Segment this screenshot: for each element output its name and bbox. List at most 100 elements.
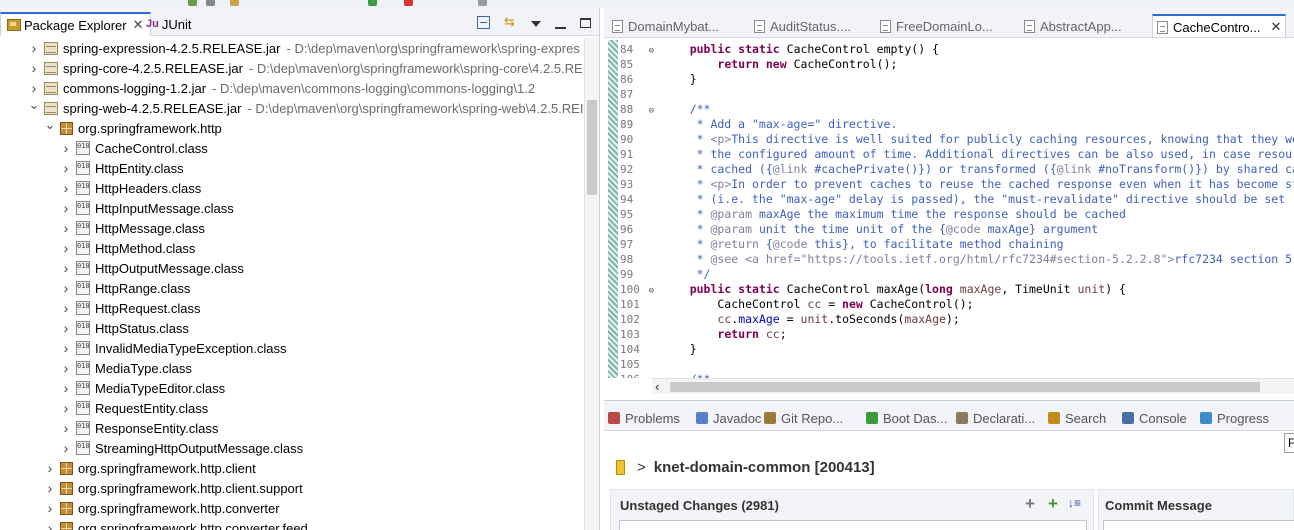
chevron-right-icon[interactable]: [60, 440, 72, 456]
vertical-scrollbar[interactable]: [584, 38, 599, 530]
tree-item[interactable]: commons-logging-1.2.jar - D:\dep\maven\co…: [28, 78, 535, 98]
maximize-icon[interactable]: [580, 17, 591, 28]
tree-item[interactable]: 010 HttpOutputMessage.class: [60, 258, 244, 278]
tree-item[interactable]: 010 HttpInputMessage.class: [60, 198, 234, 218]
code-line[interactable]: }: [662, 72, 697, 87]
tree-item[interactable]: org.springframework.http.client.support: [44, 478, 303, 498]
code-line[interactable]: * the configured amount of time. Additio…: [662, 147, 1294, 162]
code-line[interactable]: * <p>In order to prevent caches to reuse…: [662, 177, 1294, 192]
tab-package-explorer[interactable]: Package Explorer ✕: [0, 12, 151, 36]
tree-item[interactable]: 010 HttpHeaders.class: [60, 178, 201, 198]
editor-tab[interactable]: AbstractApp...: [1024, 14, 1122, 37]
minimize-icon[interactable]: [555, 26, 566, 29]
tree-item[interactable]: 010 HttpEntity.class: [60, 158, 184, 178]
tree-item[interactable]: 010 InvalidMediaTypeException.class: [60, 338, 287, 358]
tab-junit[interactable]: Ju JUnit: [140, 12, 197, 36]
code-line[interactable]: * @param maxAge the maximum time the res…: [662, 207, 1126, 222]
chevron-right-icon[interactable]: [60, 400, 72, 416]
collapse-all-icon[interactable]: [477, 16, 490, 29]
code-line[interactable]: return cc;: [662, 327, 786, 342]
chevron-right-icon[interactable]: [60, 160, 72, 176]
chevron-right-icon[interactable]: [60, 300, 72, 316]
tree-item[interactable]: 010 CacheControl.class: [60, 138, 208, 158]
tree-item[interactable]: org.springframework.http.converter: [44, 498, 280, 518]
code-line[interactable]: * @param unit the time unit of the {@cod…: [662, 222, 1099, 237]
bottom-view-tab[interactable]: Console: [1122, 409, 1187, 427]
code-line[interactable]: * cached ({@link #cachePrivate()}) or tr…: [662, 162, 1294, 177]
toolbar-icon[interactable]: [478, 0, 487, 6]
editor-tab[interactable]: FreeDomainLo...: [880, 14, 993, 37]
code-editor[interactable]: 84 ⊖ 85 86 87 88 ⊖ 89 90 91 92 93 94 95 96 97 98 99 100 ⊖ 10…: [604, 40, 1294, 378]
chevron-right-icon[interactable]: [60, 340, 72, 356]
chevron-right-icon[interactable]: [60, 180, 72, 196]
tree-item[interactable]: spring-web-4.2.5.RELEASE.jar - D:\dep\mav…: [28, 98, 583, 118]
chevron-right-icon[interactable]: [28, 80, 40, 96]
tree-item[interactable]: 010 HttpMessage.class: [60, 218, 205, 238]
tree-item[interactable]: spring-core-4.2.5.RELEASE.jar - D:\dep\ma…: [28, 58, 583, 78]
bottom-view-tab[interactable]: Progress: [1200, 409, 1269, 427]
editor-tab[interactable]: DomainMybat...: [612, 14, 719, 37]
code-line[interactable]: return new CacheControl();: [662, 57, 897, 72]
code-line[interactable]: /**: [662, 102, 711, 117]
tree-item[interactable]: org.springframework.http.converter.feed: [44, 518, 308, 530]
add-to-index-icon[interactable]: [1024, 494, 1037, 514]
tree-item[interactable]: 010 HttpRequest.class: [60, 298, 201, 318]
tree-item[interactable]: org.springframework.http.client: [44, 458, 256, 478]
chevron-right-icon[interactable]: [60, 360, 72, 376]
tree-item[interactable]: 010 HttpRange.class: [60, 278, 190, 298]
toolbar-icon[interactable]: [206, 0, 215, 6]
tree-item[interactable]: 010 ResponseEntity.class: [60, 418, 218, 438]
bottom-view-tab[interactable]: Problems: [608, 409, 680, 427]
sort-icon[interactable]: [1068, 496, 1083, 511]
horizontal-scrollbar[interactable]: ‹: [652, 378, 1294, 394]
code-line[interactable]: public static CacheControl maxAge(long m…: [662, 282, 1126, 297]
scrollbar-thumb[interactable]: [587, 100, 597, 195]
chevron-right-icon[interactable]: [28, 60, 40, 76]
link-with-editor-icon[interactable]: ⇆: [504, 15, 517, 29]
scrollbar-thumb[interactable]: [670, 382, 1260, 392]
close-icon[interactable]: ✕: [1270, 19, 1281, 35]
editor-tab[interactable]: CacheContro... ✕: [1152, 14, 1287, 37]
bottom-view-tab[interactable]: Declarati...: [956, 409, 1035, 427]
toolbar-icon[interactable]: [230, 0, 239, 6]
code-line[interactable]: * (i.e. the "max-age" delay is passed), …: [662, 192, 1294, 207]
chevron-right-icon[interactable]: [60, 140, 72, 156]
bottom-view-tab[interactable]: Search: [1048, 409, 1106, 427]
filter-field[interactable]: F: [1284, 433, 1294, 453]
chevron-down-icon[interactable]: [44, 120, 56, 136]
chevron-right-icon[interactable]: [60, 280, 72, 296]
bottom-view-tab[interactable]: Javadoc: [696, 409, 761, 427]
bottom-view-tab[interactable]: Git Repo...: [764, 409, 843, 427]
chevron-right-icon[interactable]: [60, 260, 72, 276]
scroll-left-icon[interactable]: ‹: [655, 379, 659, 394]
tree-item[interactable]: org.springframework.http: [44, 118, 222, 138]
code-line[interactable]: * <p>This directive is well suited for p…: [662, 132, 1294, 147]
view-menu-icon[interactable]: [531, 21, 541, 27]
code-line[interactable]: */: [662, 267, 711, 282]
chevron-right-icon[interactable]: [44, 460, 56, 476]
code-line[interactable]: CacheControl cc = new CacheControl();: [662, 297, 973, 312]
chevron-right-icon[interactable]: [60, 200, 72, 216]
code-line[interactable]: cc.maxAge = unit.toSeconds(maxAge);: [662, 312, 959, 327]
bottom-view-tab[interactable]: Boot Das...: [866, 409, 947, 427]
tree-item[interactable]: spring-expression-4.2.5.RELEASE.jar - D:\…: [28, 38, 580, 58]
commit-message-input[interactable]: [1103, 520, 1294, 530]
code-line[interactable]: * @return {@code this}, to facilitate me…: [662, 237, 1064, 252]
chevron-right-icon[interactable]: [44, 520, 56, 530]
tree-item[interactable]: 010 MediaTypeEditor.class: [60, 378, 225, 398]
chevron-right-icon[interactable]: [60, 380, 72, 396]
tree-item[interactable]: 010 HttpStatus.class: [60, 318, 189, 338]
chevron-right-icon[interactable]: [28, 40, 40, 56]
chevron-right-icon[interactable]: [44, 480, 56, 496]
chevron-right-icon[interactable]: [60, 220, 72, 236]
code-line[interactable]: }: [662, 342, 697, 357]
chevron-right-icon[interactable]: [60, 240, 72, 256]
code-line[interactable]: public static CacheControl empty() {: [662, 42, 939, 57]
editor-tab[interactable]: AuditStatus....: [754, 14, 851, 37]
stop-icon[interactable]: [404, 0, 413, 6]
tree-item[interactable]: 010 StreamingHttpOutputMessage.class: [60, 438, 303, 458]
chevron-down-icon[interactable]: [28, 100, 40, 116]
tree-item[interactable]: 010 HttpMethod.class: [60, 238, 195, 258]
chevron-right-icon[interactable]: [60, 320, 72, 336]
chevron-right-icon[interactable]: [44, 500, 56, 516]
